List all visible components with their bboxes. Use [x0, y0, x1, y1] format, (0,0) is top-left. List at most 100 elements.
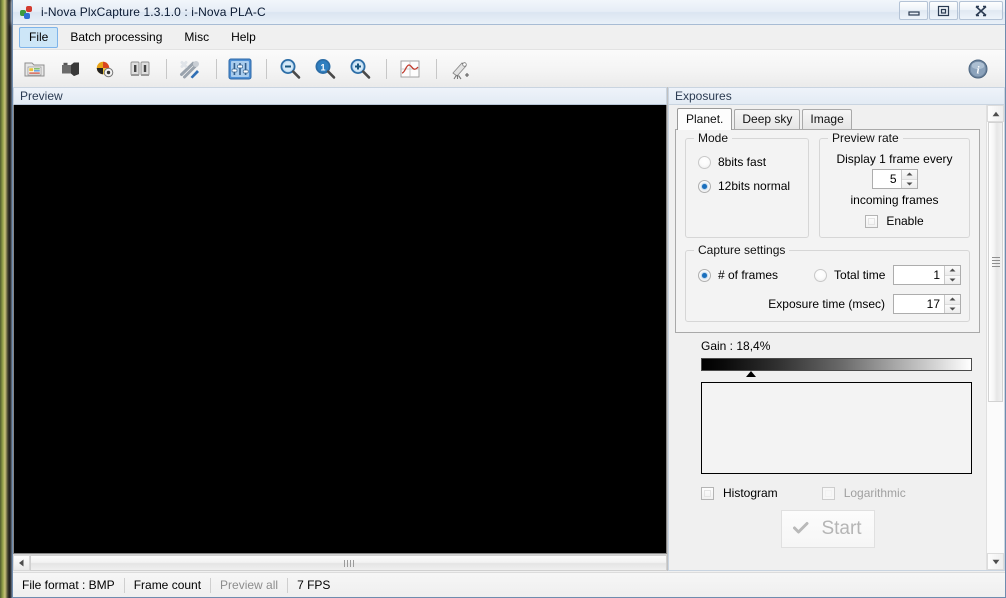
tab-image[interactable]: Image	[802, 109, 852, 129]
preview-rate-value[interactable]: 5	[872, 170, 901, 188]
menu-item-batch-processing[interactable]: Batch processing	[60, 27, 172, 48]
frames-count-value[interactable]: 1	[894, 266, 944, 284]
toolbar-separator	[436, 59, 437, 79]
status-bar: File format : BMP Frame count Preview al…	[13, 572, 1005, 597]
scroll-down-arrow-icon[interactable]	[987, 553, 1004, 570]
preview-viewport[interactable]	[13, 105, 667, 554]
scroll-left-arrow-icon[interactable]	[13, 555, 30, 571]
radio-8bits-fast[interactable]: 8bits fast	[698, 155, 800, 169]
radio-12bits-normal-label: 12bits normal	[718, 179, 791, 193]
histogram-options: Histogram Logarithmic	[701, 486, 972, 500]
capture-settings-group-title: Capture settings	[694, 243, 790, 257]
frames-count-stepper[interactable]: 1	[893, 265, 961, 285]
radio-12bits-normal[interactable]: 12bits normal	[698, 179, 800, 193]
radio-number-of-frames[interactable]: # of frames	[698, 268, 778, 282]
vscroll-track[interactable]	[987, 122, 1004, 553]
vscroll-grip-icon	[991, 257, 1000, 268]
sliders-icon[interactable]	[224, 53, 256, 85]
vscroll-thumb[interactable]	[988, 122, 1003, 403]
preview-rate-spin-buttons[interactable]	[900, 170, 917, 188]
hscroll-grip-icon	[343, 559, 354, 567]
zoom-out-icon[interactable]	[274, 53, 306, 85]
preview-rate-enable-box[interactable]	[865, 214, 879, 228]
radio-8bits-fast-indicator[interactable]	[698, 155, 711, 169]
preview-image-canvas[interactable]	[14, 105, 666, 553]
curves-icon[interactable]	[394, 53, 426, 85]
telescope-icon[interactable]	[444, 53, 476, 85]
toolbar-separator	[266, 59, 267, 79]
spin-down-icon[interactable]	[945, 304, 960, 313]
tools-icon[interactable]	[174, 53, 206, 85]
exposures-content: Planet. Deep sky Image Mode 8bits fast 1…	[669, 105, 986, 570]
open-folder-icon[interactable]	[19, 53, 51, 85]
color-settings-icon[interactable]	[89, 53, 121, 85]
radio-total-time-label: Total time	[834, 268, 886, 282]
tab-page-planet: Mode 8bits fast 12bits normal Preview ra…	[675, 129, 980, 333]
histogram-display	[701, 382, 972, 474]
exposures-tabs: Planet. Deep sky Image	[677, 108, 980, 130]
preview-rate-stepper[interactable]: 5	[871, 169, 918, 189]
zoom-actual-icon[interactable]: 1	[309, 53, 341, 85]
radio-number-of-frames-label: # of frames	[718, 268, 779, 282]
spin-up-icon[interactable]	[945, 295, 960, 305]
hscroll-track[interactable]	[30, 555, 667, 571]
app-logo-icon	[19, 4, 35, 20]
logarithmic-checkbox-label: Logarithmic	[843, 486, 906, 500]
toolbar-separator	[386, 59, 387, 79]
toolbar-separator	[216, 59, 217, 79]
spin-down-icon[interactable]	[901, 179, 917, 188]
exposures-pane: Exposures Planet. Deep sky Image Mode 8b…	[668, 87, 1005, 571]
gain-slider-track[interactable]	[701, 371, 972, 380]
radio-12bits-normal-indicator[interactable]	[698, 179, 711, 193]
svg-text:1: 1	[320, 63, 325, 73]
exposure-time-spin-buttons[interactable]	[944, 295, 960, 313]
camera-icon[interactable]	[54, 53, 86, 85]
zoom-in-icon[interactable]	[344, 53, 376, 85]
tab-planet[interactable]: Planet.	[677, 108, 733, 130]
mode-group: Mode 8bits fast 12bits normal	[685, 131, 809, 238]
status-preview-all: Preview all	[211, 577, 289, 593]
menu-item-file[interactable]: File	[19, 26, 59, 48]
toolbar-right-group: i	[962, 50, 997, 88]
exposure-time-stepper[interactable]: 17	[893, 294, 961, 314]
radio-total-time[interactable]: Total time	[814, 268, 885, 282]
preview-caption: Preview	[13, 87, 667, 105]
gain-gradient-bar[interactable]	[701, 358, 972, 371]
preview-rate-line1: Display 1 frame every	[836, 152, 953, 166]
preview-rate-group-title: Preview rate	[828, 131, 903, 145]
preview-horizontal-scrollbar[interactable]	[13, 554, 667, 571]
exposures-body: Planet. Deep sky Image Mode 8bits fast 1…	[668, 105, 1005, 571]
menu-item-misc[interactable]: Misc	[174, 27, 219, 48]
binning-icon[interactable]	[124, 53, 156, 85]
exposure-time-value[interactable]: 17	[894, 295, 944, 313]
tab-deep-sky[interactable]: Deep sky	[734, 109, 801, 129]
radio-number-of-frames-indicator[interactable]	[698, 268, 711, 282]
menu-bar: File Batch processing Misc Help	[13, 25, 1005, 50]
minimize-button[interactable]	[899, 1, 928, 20]
status-frame-count: Frame count	[125, 577, 212, 593]
exposure-time-label: Exposure time (msec)	[768, 297, 885, 311]
frames-count-spin-buttons[interactable]	[944, 266, 960, 284]
spin-up-icon[interactable]	[945, 266, 960, 276]
preview-rate-enable-checkbox[interactable]: Enable	[828, 214, 961, 228]
close-button[interactable]	[959, 1, 1003, 20]
radio-total-time-indicator[interactable]	[814, 268, 828, 282]
maximize-button[interactable]	[929, 1, 958, 20]
info-icon[interactable]: i	[962, 53, 994, 85]
exposures-caption: Exposures	[668, 87, 1005, 105]
menu-item-help[interactable]: Help	[221, 27, 266, 48]
preview-rate-group: Preview rate Display 1 frame every 5 inc…	[819, 131, 970, 238]
status-fps: 7 FPS	[297, 577, 331, 592]
preview-rate-enable-label: Enable	[886, 214, 924, 228]
exposures-vertical-scrollbar[interactable]	[986, 105, 1004, 570]
toolbar-separator	[166, 59, 167, 79]
start-button[interactable]: Start	[780, 510, 875, 548]
histogram-checkbox[interactable]: Histogram	[701, 486, 778, 500]
histogram-checkbox-box[interactable]	[701, 486, 714, 500]
status-file-format: File format : BMP	[13, 577, 125, 593]
spin-down-icon[interactable]	[945, 275, 960, 284]
scroll-up-arrow-icon[interactable]	[987, 105, 1004, 122]
gain-slider-marker[interactable]	[745, 371, 756, 377]
spin-up-icon[interactable]	[901, 170, 917, 180]
hscroll-thumb[interactable]	[30, 555, 667, 571]
